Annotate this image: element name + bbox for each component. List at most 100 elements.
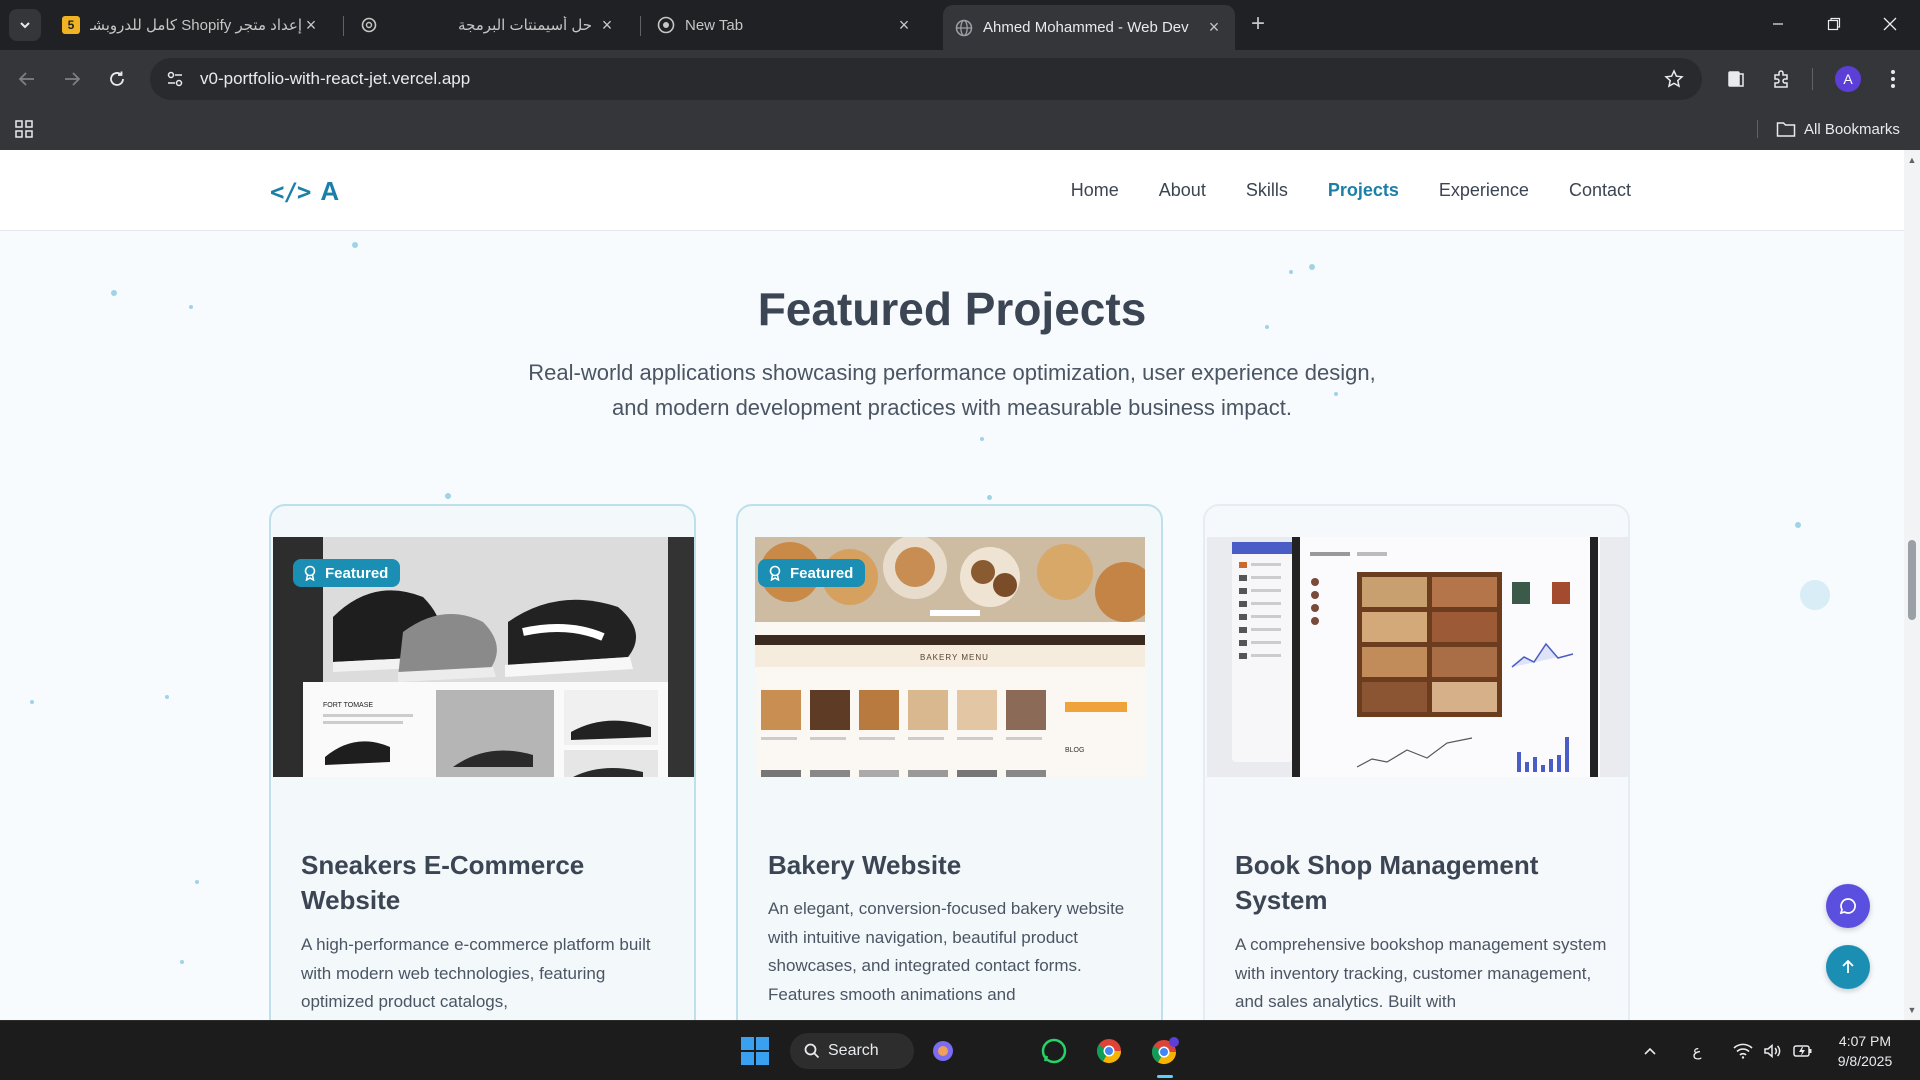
chrome-menu-button[interactable]	[1879, 65, 1907, 93]
close-tab-icon[interactable]: ×	[1205, 17, 1223, 37]
clock-time: 4:07 PM	[1838, 1033, 1892, 1049]
nav-contact[interactable]: Contact	[1569, 180, 1631, 201]
taskbar-whatsapp[interactable]	[1036, 1033, 1072, 1069]
reload-button[interactable]	[102, 64, 132, 94]
project-card-bookshop[interactable]: Book Shop Management System A comprehens…	[1203, 504, 1630, 1020]
particle	[30, 700, 34, 704]
project-title[interactable]: Book Shop Management System	[1235, 848, 1605, 918]
profile-avatar[interactable]: A	[1835, 66, 1861, 92]
back-button[interactable]	[12, 64, 42, 94]
arrow-left-icon	[18, 72, 34, 86]
code-brackets-icon: </>	[270, 177, 311, 206]
thumb-brand-text: FORT TOMASE	[323, 702, 373, 709]
tab-favicon: 5	[62, 16, 80, 34]
plus-icon: +	[1250, 10, 1265, 37]
featured-badge-label: Featured	[325, 564, 389, 582]
start-button[interactable]	[737, 1033, 773, 1069]
nav-home[interactable]: Home	[1071, 180, 1119, 201]
page-viewport: </> A Home About Skills Projects Experie…	[0, 150, 1904, 1020]
bookmarks-bar: All Bookmarks	[0, 108, 1920, 150]
particle	[352, 242, 358, 248]
minimize-icon	[1773, 23, 1783, 25]
search-icon	[804, 1043, 820, 1059]
wifi-icon[interactable]	[1730, 1039, 1756, 1063]
chat-button[interactable]	[1826, 884, 1870, 928]
keyboard-language[interactable]: ع	[1685, 1039, 1709, 1063]
kebab-menu-icon	[1891, 70, 1895, 88]
section-title: Featured Projects	[757, 283, 1147, 335]
project-card-sneakers[interactable]: FORT TOMASE Featured Sneakers E-Commerce…	[269, 504, 696, 1020]
close-tab-icon[interactable]: ×	[598, 15, 616, 35]
award-icon	[769, 565, 781, 581]
project-thumbnail[interactable]: FORT TOMASE Featured	[273, 537, 694, 777]
tab-shopify[interactable]: 5 إعداد متجر Shopify كامل للدروبشـ ×	[50, 7, 332, 43]
tab-portfolio-active[interactable]: Ahmed Mohammed - Web Dev ×	[943, 5, 1235, 50]
nav-experience[interactable]: Experience	[1439, 180, 1529, 201]
close-icon	[1883, 17, 1897, 31]
nav-about[interactable]: About	[1159, 180, 1206, 201]
particle	[980, 437, 984, 441]
tab-new-tab[interactable]: New Tab ×	[645, 7, 925, 43]
site-info-icon[interactable]	[162, 66, 188, 92]
scroll-down-icon[interactable]: ▼	[1907, 1005, 1917, 1015]
taskbar-clock[interactable]: 4:07 PM 9/8/2025	[1820, 1031, 1910, 1071]
featured-badge: Featured	[293, 559, 401, 587]
thumb-menu-text: BAKERY MENU	[920, 653, 989, 662]
globe-icon	[955, 19, 973, 37]
tab-search-button[interactable]	[9, 9, 41, 41]
project-title[interactable]: Sneakers E-Commerce Website	[301, 848, 671, 918]
whatsapp-icon	[1041, 1038, 1067, 1064]
close-tab-icon[interactable]: ×	[302, 15, 320, 35]
tab-programming[interactable]: حل أسيمنتات البرمجة ×	[348, 7, 628, 43]
extensions-button[interactable]	[1767, 65, 1795, 93]
scroll-thumb[interactable]	[1908, 540, 1916, 620]
taskbar-search[interactable]: Search	[790, 1033, 914, 1069]
url-text[interactable]: v0-portfolio-with-react-jet.vercel.app	[200, 69, 470, 89]
reading-list-icon	[1728, 71, 1744, 87]
bookmark-star-icon[interactable]	[1662, 67, 1686, 91]
project-title[interactable]: Bakery Website	[768, 848, 1138, 883]
site-logo[interactable]: </> A	[270, 176, 339, 207]
address-bar[interactable]: v0-portfolio-with-react-jet.vercel.app	[150, 58, 1702, 100]
close-window-button[interactable]	[1870, 8, 1910, 40]
taskbar-chrome[interactable]	[1091, 1033, 1127, 1069]
reading-list-button[interactable]	[1722, 65, 1750, 93]
arrow-up-icon	[1842, 959, 1854, 973]
particle	[445, 493, 451, 499]
tab-separator	[640, 16, 641, 36]
particle	[1289, 270, 1293, 274]
forward-button[interactable]	[57, 64, 87, 94]
project-description: An elegant, conversion-focused bakery we…	[768, 899, 1125, 1004]
restore-button[interactable]	[1814, 8, 1854, 40]
apps-grid-icon[interactable]	[12, 117, 36, 141]
particle	[195, 880, 199, 884]
volume-icon[interactable]	[1760, 1039, 1786, 1063]
project-description: A high-performance e-commerce platform b…	[301, 935, 651, 1011]
folder-icon	[1776, 122, 1796, 137]
scroll-to-top-button[interactable]	[1826, 945, 1870, 989]
new-tab-button[interactable]: +	[1244, 10, 1272, 38]
taskbar-widgets[interactable]	[925, 1033, 961, 1069]
project-description: A comprehensive bookshop management syst…	[1235, 935, 1607, 1011]
tray-overflow-button[interactable]	[1638, 1039, 1662, 1063]
windows-taskbar: Search ع 4:07 PM 9/8/2025	[0, 1020, 1920, 1080]
nav-skills[interactable]: Skills	[1246, 180, 1288, 201]
nav-projects[interactable]: Projects	[1328, 180, 1399, 201]
windows-logo-icon	[741, 1037, 769, 1065]
all-bookmarks-button[interactable]: All Bookmarks	[1776, 117, 1900, 141]
all-bookmarks-label: All Bookmarks	[1804, 120, 1900, 138]
project-card-bakery[interactable]: BAKERY MENU BLOG Featured Bakery Website…	[736, 504, 1163, 1020]
tab-title: إعداد متجر Shopify كامل للدروبشـ	[90, 17, 302, 34]
close-tab-icon[interactable]: ×	[895, 15, 913, 35]
chat-bubble-icon	[1839, 898, 1856, 915]
page-scrollbar[interactable]: ▲ ▼	[1904, 150, 1920, 1020]
minimize-button[interactable]	[1758, 8, 1798, 40]
bookshop-screenshot-image	[1207, 537, 1628, 777]
particle	[1795, 522, 1801, 528]
scroll-up-icon[interactable]: ▲	[1907, 155, 1917, 165]
project-thumbnail[interactable]: BAKERY MENU BLOG Featured	[755, 537, 1145, 777]
taskbar-chrome-profile[interactable]	[1147, 1033, 1183, 1069]
battery-icon[interactable]	[1790, 1039, 1816, 1063]
particle	[987, 495, 992, 500]
project-thumbnail[interactable]	[1207, 537, 1628, 777]
